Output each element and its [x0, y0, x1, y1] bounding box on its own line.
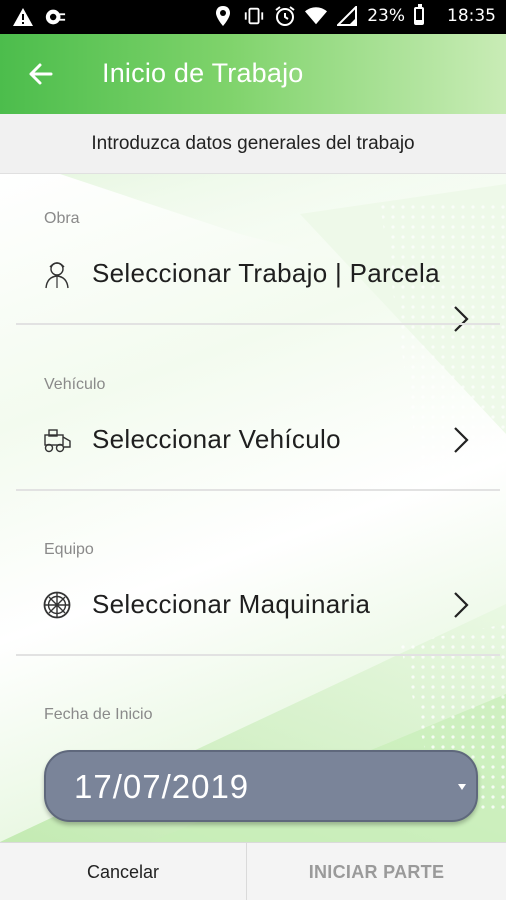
select-vehiculo-button[interactable]: Seleccionar Vehículo: [16, 408, 500, 472]
equipo-label: Equipo: [44, 541, 94, 558]
subtitle-bar: Introduzca datos generales del trabajo: [0, 114, 506, 174]
fecha-inicio-select[interactable]: 17/07/2019: [44, 750, 478, 822]
app-bar: Inicio de Trabajo: [0, 34, 506, 114]
alarm-icon: [274, 5, 296, 27]
form-content: Obra Seleccionar Trabajo | Parcela Vehíc…: [0, 174, 506, 842]
chevron-right-icon: [454, 427, 469, 453]
back-button[interactable]: [22, 56, 58, 92]
machinery-icon: [44, 429, 71, 453]
battery-level: 23%: [367, 6, 405, 26]
battery-icon: [414, 4, 424, 25]
obra-label: Obra: [44, 210, 80, 227]
divider: [16, 323, 500, 325]
select-obra-button[interactable]: Seleccionar Trabajo | Parcela: [16, 242, 500, 332]
fecha-inicio-value: 17/07/2019: [74, 768, 250, 805]
clock: 18:35: [447, 6, 496, 26]
camera-sync-icon: [44, 6, 66, 28]
bottom-action-bar: Cancelar INICIAR PARTE: [0, 842, 506, 900]
fecha-label: Fecha de Inicio: [44, 706, 153, 723]
select-obra-text: Seleccionar Trabajo | Parcela: [92, 258, 440, 288]
warning-icon: [12, 6, 34, 28]
worker-icon: [45, 262, 69, 289]
chevron-right-icon: [454, 306, 469, 332]
vehiculo-label: Vehículo: [44, 376, 106, 393]
status-bar: 23% 18:35: [0, 0, 506, 34]
subtitle-text: Introduzca datos generales del trabajo: [91, 132, 415, 154]
arrow-back-icon: [29, 63, 53, 85]
select-equipo-button[interactable]: Seleccionar Maquinaria: [16, 573, 500, 637]
select-vehiculo-text: Seleccionar Vehículo: [92, 424, 341, 454]
start-report-button[interactable]: INICIAR PARTE: [246, 843, 506, 900]
wifi-icon: [305, 5, 328, 27]
wheel-icon: [43, 591, 71, 619]
dropdown-arrow-icon: [458, 784, 466, 790]
page-title: Inicio de Trabajo: [102, 58, 304, 88]
divider: [16, 654, 500, 656]
location-icon: [212, 5, 234, 27]
signal-icon: [336, 5, 358, 27]
cancel-button[interactable]: Cancelar: [0, 843, 246, 900]
select-equipo-text: Seleccionar Maquinaria: [92, 589, 371, 619]
vibrate-icon: [243, 5, 265, 27]
chevron-right-icon: [454, 592, 469, 618]
divider: [16, 489, 500, 491]
